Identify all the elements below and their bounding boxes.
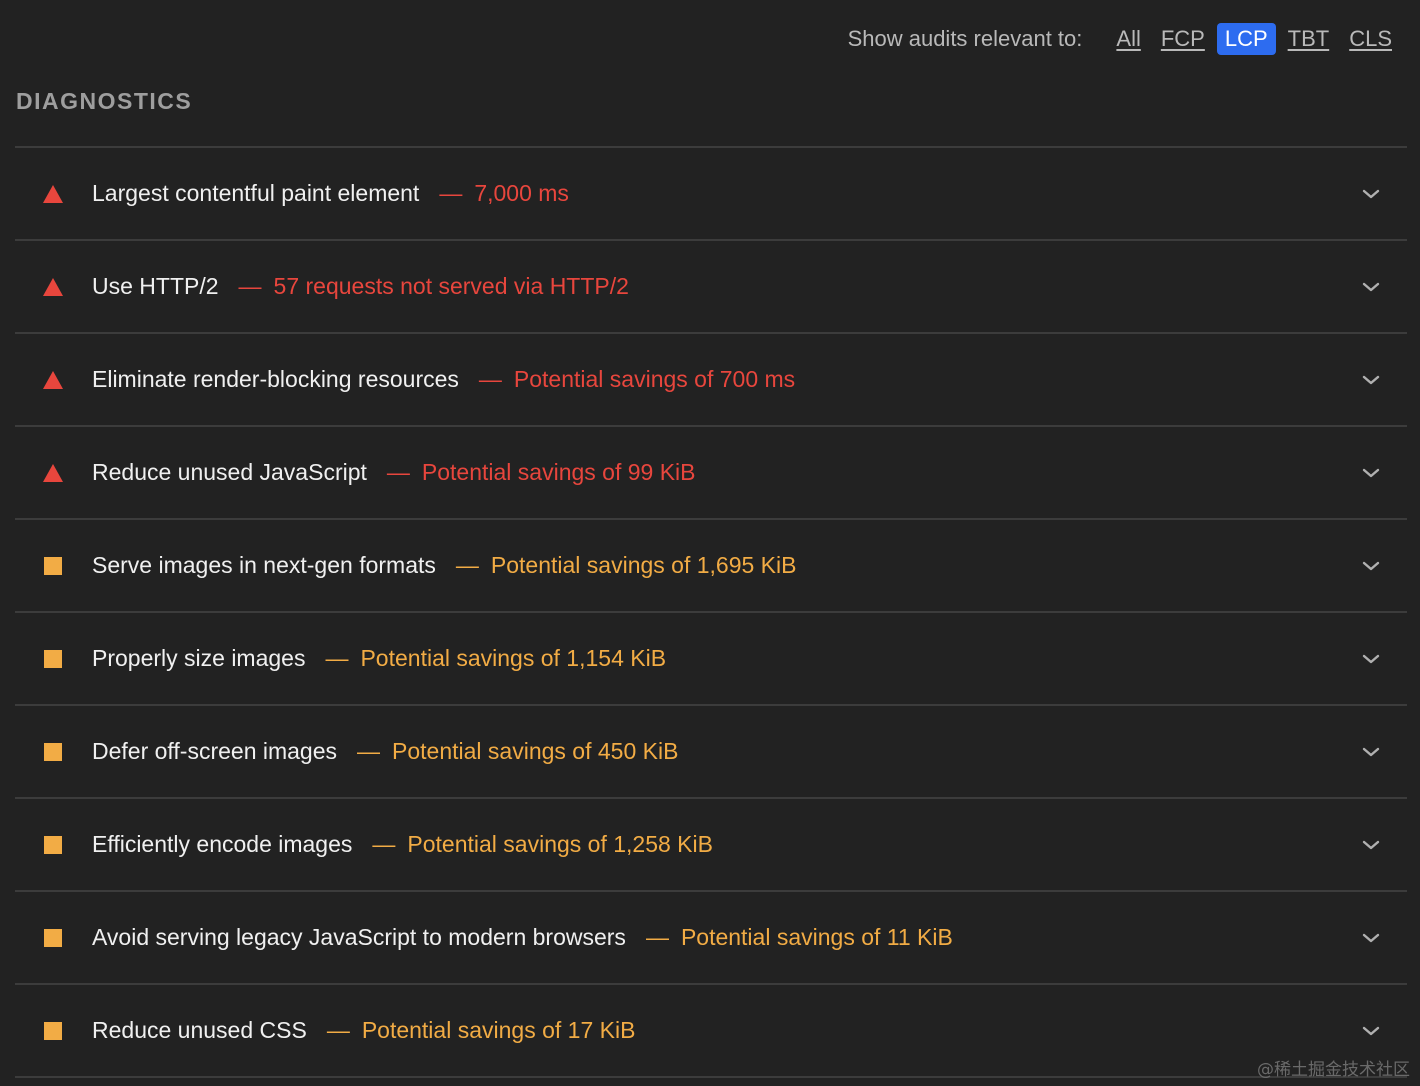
audit-title: Defer off-screen images xyxy=(92,738,338,764)
audit-title: Properly size images xyxy=(92,645,306,671)
audit-separator: — xyxy=(372,831,396,857)
average-square-icon xyxy=(42,834,64,856)
audit-row-reduce-unused-javascript[interactable]: Reduce unused JavaScript — Potential sav… xyxy=(15,427,1407,520)
audit-row-properly-size-images[interactable]: Properly size images — Potential savings… xyxy=(15,613,1407,706)
chevron-down-icon[interactable] xyxy=(1361,557,1381,575)
filter-lcp[interactable]: LCP xyxy=(1216,23,1276,55)
average-square-icon xyxy=(42,1020,64,1042)
audit-display-value: Potential savings of 99 KiB xyxy=(421,459,696,485)
fail-triangle-icon xyxy=(42,183,64,205)
audit-display-value: 7,000 ms xyxy=(474,180,569,206)
chevron-down-icon[interactable] xyxy=(1361,650,1381,668)
audit-row-largest-contentful-paint-element[interactable]: Largest contentful paint element — 7,000… xyxy=(15,148,1407,241)
filter-cls[interactable]: CLS xyxy=(1341,23,1400,55)
average-square-icon xyxy=(42,555,64,577)
chevron-down-icon[interactable] xyxy=(1361,371,1381,389)
filter-fcp[interactable]: FCP xyxy=(1153,23,1213,55)
audit-display-value: Potential savings of 450 KiB xyxy=(392,738,679,764)
audit-title: Reduce unused CSS xyxy=(92,1017,307,1043)
audit-title: Efficiently encode images xyxy=(92,831,353,857)
average-square-icon xyxy=(42,927,64,949)
audit-row-defer-off-screen-images[interactable]: Defer off-screen images — Potential savi… xyxy=(15,706,1407,799)
audit-separator: — xyxy=(386,459,410,485)
chevron-down-icon[interactable] xyxy=(1361,836,1381,854)
average-square-icon xyxy=(42,741,64,763)
audit-display-value: Potential savings of 700 ms xyxy=(513,366,796,392)
audit-display-value: 57 requests not served via HTTP/2 xyxy=(273,273,629,299)
chevron-down-icon[interactable] xyxy=(1361,743,1381,761)
filter-label: Show audits relevant to: xyxy=(847,26,1083,51)
chevron-down-icon[interactable] xyxy=(1361,278,1381,296)
watermark: @稀土掘金技术社区 xyxy=(1257,1060,1410,1080)
audit-row-avoid-legacy-javascript[interactable]: Avoid serving legacy JavaScript to moder… xyxy=(15,892,1407,985)
fail-triangle-icon xyxy=(42,369,64,391)
audit-separator: — xyxy=(455,552,479,578)
fail-triangle-icon xyxy=(42,462,64,484)
chevron-down-icon[interactable] xyxy=(1361,185,1381,203)
audit-title: Use HTTP/2 xyxy=(92,273,219,299)
audit-row-serve-images-next-gen-formats[interactable]: Serve images in next-gen formats — Poten… xyxy=(15,520,1407,613)
audit-display-value: Potential savings of 17 KiB xyxy=(361,1017,636,1043)
filter-all[interactable]: All xyxy=(1108,23,1148,55)
section-title: DIAGNOSTICS xyxy=(16,88,193,114)
audit-filter-bar: Show audits relevant to: All FCP LCP TBT… xyxy=(848,22,1400,56)
audit-row-use-http2[interactable]: Use HTTP/2 — 57 requests not served via … xyxy=(15,241,1407,334)
audit-display-value: Potential savings of 11 KiB xyxy=(680,924,953,950)
audit-row-efficiently-encode-images[interactable]: Efficiently encode images — Potential sa… xyxy=(15,799,1407,892)
audit-title: Serve images in next-gen formats xyxy=(92,552,436,578)
audit-title: Largest contentful paint element xyxy=(92,180,420,206)
chevron-down-icon[interactable] xyxy=(1361,464,1381,482)
audit-display-value: Potential savings of 1,695 KiB xyxy=(490,552,797,578)
chevron-down-icon[interactable] xyxy=(1361,929,1381,947)
fail-triangle-icon xyxy=(42,276,64,298)
audit-separator: — xyxy=(238,273,262,299)
audit-separator: — xyxy=(645,924,669,950)
audit-row-reduce-unused-css[interactable]: Reduce unused CSS — Potential savings of… xyxy=(15,985,1407,1078)
audit-list: Largest contentful paint element — 7,000… xyxy=(15,146,1407,1078)
filter-tbt[interactable]: TBT xyxy=(1280,23,1338,55)
audit-display-value: Potential savings of 1,154 KiB xyxy=(360,645,667,671)
audit-title: Reduce unused JavaScript xyxy=(92,459,367,485)
audit-title: Eliminate render-blocking resources xyxy=(92,366,459,392)
audit-display-value: Potential savings of 1,258 KiB xyxy=(407,831,713,857)
audit-separator: — xyxy=(357,738,381,764)
audit-separator: — xyxy=(325,645,349,671)
average-square-icon xyxy=(42,648,64,670)
audit-separator: — xyxy=(478,366,502,392)
audit-separator: — xyxy=(439,180,463,206)
audit-title: Avoid serving legacy JavaScript to moder… xyxy=(92,924,626,950)
audit-row-eliminate-render-blocking-resources[interactable]: Eliminate render-blocking resources — Po… xyxy=(15,334,1407,427)
chevron-down-icon[interactable] xyxy=(1361,1022,1381,1040)
audit-separator: — xyxy=(326,1017,350,1043)
